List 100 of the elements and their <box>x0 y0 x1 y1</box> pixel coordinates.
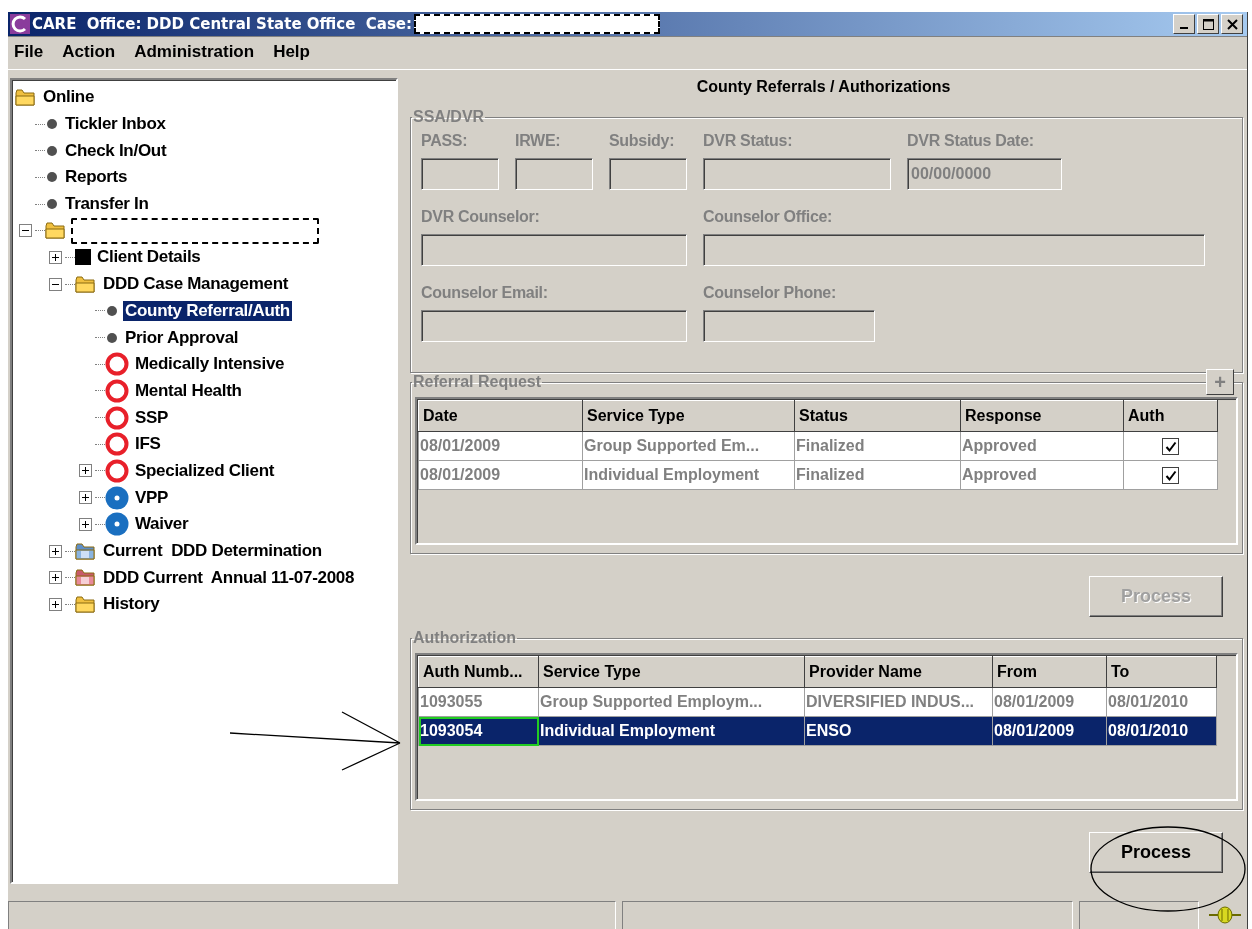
folder-icon <box>15 87 37 107</box>
maximize-button[interactable] <box>1197 14 1219 34</box>
ring-icon <box>105 352 129 377</box>
tree-item[interactable]: Transfer In <box>63 194 151 215</box>
tree-item[interactable]: Online <box>41 87 97 108</box>
tree-item[interactable]: Specialized Client <box>133 460 277 481</box>
column-header[interactable]: Service Type <box>538 656 805 688</box>
field-label: PASS: <box>421 132 469 150</box>
collapse-icon[interactable] <box>49 277 62 291</box>
expand-icon[interactable] <box>49 597 62 611</box>
table-cell: Group Supported Em... <box>582 431 795 461</box>
app-logo-icon <box>10 14 30 34</box>
table-cell: 08/01/2009 <box>418 460 583 490</box>
tree-item[interactable]: Current DDD Determination <box>101 541 324 562</box>
tree-item[interactable]: Tickler Inbox <box>63 114 168 135</box>
column-header[interactable]: From <box>992 656 1107 688</box>
tree-item[interactable]: SSP <box>133 407 171 428</box>
tree-item[interactable]: IFS <box>133 434 163 455</box>
field-label: IRWE: <box>515 132 562 150</box>
table-cell: 08/01/2010 <box>1106 687 1217 717</box>
tree-item[interactable]: DDD Case Management <box>101 274 291 295</box>
expand-icon[interactable] <box>49 250 62 264</box>
menu-item[interactable]: Help <box>273 42 310 62</box>
ring-icon <box>105 432 129 457</box>
maximize-icon <box>1202 18 1214 30</box>
folder-icon <box>75 274 97 294</box>
table-cell: Group Supported Employm... <box>538 687 805 717</box>
table-cell: Finalized <box>794 460 961 490</box>
bullet-icon <box>105 330 119 345</box>
table-cell: Approved <box>960 431 1124 461</box>
table-cell: 1093054 <box>418 716 539 746</box>
process-button[interactable]: Process <box>1089 832 1223 873</box>
table-cell: ENSO <box>804 716 993 746</box>
checkbox[interactable] <box>1162 438 1179 456</box>
table-row[interactable]: 1093054 Individual Employment ENSO 08/01/2009 08/01/2010 <box>418 716 1217 746</box>
tree-item[interactable]: Mental Health <box>133 380 244 401</box>
minimize-button[interactable] <box>1173 14 1195 34</box>
field-label: Counselor Phone: <box>703 284 837 302</box>
field-label: Counselor Office: <box>703 208 834 226</box>
window-title: CARE Office: DDD Central State Office Case: <box>32 15 412 33</box>
group-label: Authorization <box>412 629 518 647</box>
tree-item[interactable]: Check In/Out <box>63 140 169 161</box>
column-header[interactable]: Auth <box>1123 400 1218 432</box>
tree-item[interactable]: VPP <box>133 487 171 508</box>
tree-item[interactable]: Medically Intensive <box>133 354 287 375</box>
table-cell: 1093055 <box>418 687 539 717</box>
field-label: DVR Status: <box>703 132 794 150</box>
folder-icon <box>75 594 97 614</box>
table-cell: 08/01/2009 <box>418 431 583 461</box>
bullet-icon <box>45 170 59 185</box>
checkbox[interactable] <box>1162 467 1179 485</box>
ring-icon <box>105 458 129 483</box>
table-cell: DIVERSIFIED INDUS... <box>804 687 993 717</box>
expand-icon[interactable] <box>79 464 92 478</box>
collapse-icon[interactable] <box>19 224 32 238</box>
table-cell: 08/01/2009 <box>992 687 1107 717</box>
table-cell: Approved <box>960 460 1124 490</box>
group-label: Referral Request <box>412 373 543 391</box>
column-header[interactable]: To <box>1106 656 1217 688</box>
expand-icon[interactable] <box>79 517 92 531</box>
expand-icon[interactable] <box>79 491 92 505</box>
tree-item[interactable]: Waiver <box>133 514 191 535</box>
tree-item[interactable]: DDD Current Annual 11-07-2008 <box>101 567 357 588</box>
column-header[interactable]: Status <box>794 400 961 432</box>
column-header[interactable]: Date <box>418 400 583 432</box>
tree-item[interactable]: County Referral/Auth <box>123 300 292 321</box>
folder-icon <box>75 568 97 588</box>
table-row[interactable]: 1093055 Group Supported Employm... DIVERSIFIED INDUS... 08/01/2009 08/01/2010 <box>418 687 1217 717</box>
ring-icon <box>105 378 129 403</box>
dot-icon <box>105 485 129 510</box>
tree-item[interactable]: Reports <box>63 167 130 188</box>
tree-item[interactable]: Prior Approval <box>123 327 241 348</box>
table-cell: Individual Employment <box>538 716 805 746</box>
bullet-icon <box>45 143 59 158</box>
panel-title: County Referrals / Authorizations <box>695 78 952 97</box>
dot-icon <box>105 512 129 537</box>
group-label: SSA/DVR <box>412 108 486 126</box>
table-cell: 08/01/2009 <box>992 716 1107 746</box>
tree-item[interactable]: History <box>101 594 162 615</box>
folder-icon <box>75 541 97 561</box>
tree-item[interactable]: Client Details <box>95 247 203 268</box>
field-label: DVR Counselor: <box>421 208 541 226</box>
menu-item[interactable]: Action <box>62 42 116 62</box>
menu-item[interactable]: File <box>14 42 44 62</box>
folder-icon <box>45 221 67 241</box>
column-header[interactable]: Response <box>960 400 1124 432</box>
column-header[interactable]: Service Type <box>582 400 795 432</box>
bullet-icon <box>105 303 119 318</box>
close-icon <box>1226 18 1238 30</box>
table-row[interactable]: 08/01/2009 Group Supported Em... Finalized Approved <box>418 431 1218 461</box>
expand-icon[interactable] <box>49 571 62 585</box>
menu-item[interactable]: Administration <box>134 42 255 62</box>
column-header[interactable]: Provider Name <box>804 656 993 688</box>
column-header[interactable]: Auth Numb... <box>418 656 539 688</box>
ring-icon <box>105 405 129 430</box>
close-button[interactable] <box>1221 14 1243 34</box>
table-row[interactable]: 08/01/2009 Individual Employment Finalized Approved <box>418 460 1218 490</box>
expand-icon[interactable] <box>49 544 62 558</box>
field-label: DVR Status Date: <box>907 132 1035 150</box>
table-cell: Individual Employment <box>582 460 795 490</box>
